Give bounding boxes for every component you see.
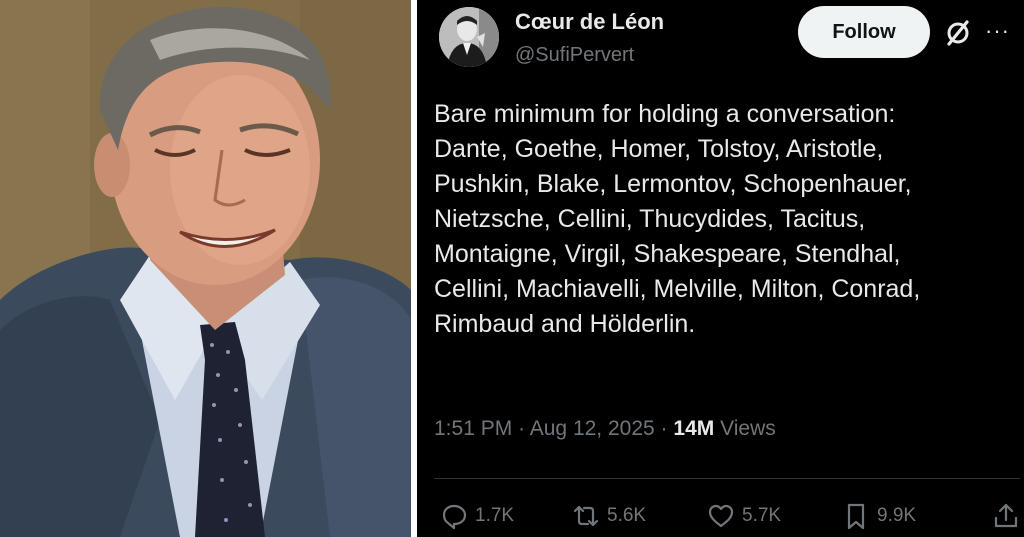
- tweet-line: Nietzsche, Cellini, Thucydides, Tacitus,: [434, 205, 866, 233]
- follow-button[interactable]: Follow: [798, 6, 930, 58]
- tweet-date[interactable]: Aug 12, 2025: [530, 417, 655, 440]
- actions-divider: [434, 478, 1020, 479]
- like-icon: [708, 504, 734, 528]
- share-button[interactable]: [991, 499, 1021, 533]
- author-handle[interactable]: @SufiPervert: [515, 44, 634, 67]
- views-count[interactable]: 14M: [673, 417, 714, 440]
- reply-count: 1.7K: [475, 505, 515, 526]
- repost-button[interactable]: 5.6K: [571, 499, 646, 533]
- reply-icon: [442, 504, 467, 530]
- tweet-line: Rimbaud and Hölderlin.: [434, 310, 696, 338]
- share-icon: [994, 503, 1018, 528]
- repost-icon: [573, 505, 599, 527]
- action-bar: 1.7K 5.6K 5.7K 9.9K: [439, 499, 1024, 533]
- like-button[interactable]: 5.7K: [706, 499, 781, 533]
- like-count: 5.7K: [742, 505, 782, 526]
- tweet-line: Bare minimum for holding a conversation:: [434, 100, 896, 128]
- author-avatar[interactable]: [439, 7, 499, 67]
- grok-icon[interactable]: [943, 18, 973, 48]
- tweet-meta: 1:51 PM · Aug 12, 2025 · 14M Views: [434, 417, 776, 441]
- bookmark-button[interactable]: 9.9K: [841, 499, 916, 533]
- tweet-text: Bare minimum for holding a conversation:…: [434, 97, 1014, 342]
- repost-count: 5.6K: [607, 505, 647, 526]
- bookmark-icon: [847, 503, 865, 530]
- tweet-line: Pushkin, Blake, Lermontov, Schopenhauer,: [434, 170, 912, 198]
- man-in-suit-photo: [0, 0, 411, 537]
- author-display-name[interactable]: Cœur de Léon: [515, 9, 664, 35]
- more-icon[interactable]: ···: [985, 16, 1017, 46]
- photo-panel: [0, 0, 411, 537]
- bookmark-count: 9.9K: [877, 505, 917, 526]
- tweet-line: Dante, Goethe, Homer, Tolstoy, Aristotle…: [434, 135, 884, 163]
- meta-separator: ·: [660, 417, 668, 440]
- reply-button[interactable]: 1.7K: [439, 499, 514, 533]
- tweet-line: Montaigne, Virgil, Shakespeare, Stendhal…: [434, 240, 901, 268]
- tweet-line: Cellini, Machiavelli, Melville, Milton, …: [434, 275, 921, 303]
- avatar-image: [439, 7, 499, 67]
- meta-separator: ·: [518, 417, 526, 440]
- views-label: Views: [720, 417, 776, 440]
- tweet-time[interactable]: 1:51 PM: [434, 417, 512, 440]
- tweet-card: Cœur de Léon @SufiPervert Follow ··· Bar…: [417, 0, 1024, 537]
